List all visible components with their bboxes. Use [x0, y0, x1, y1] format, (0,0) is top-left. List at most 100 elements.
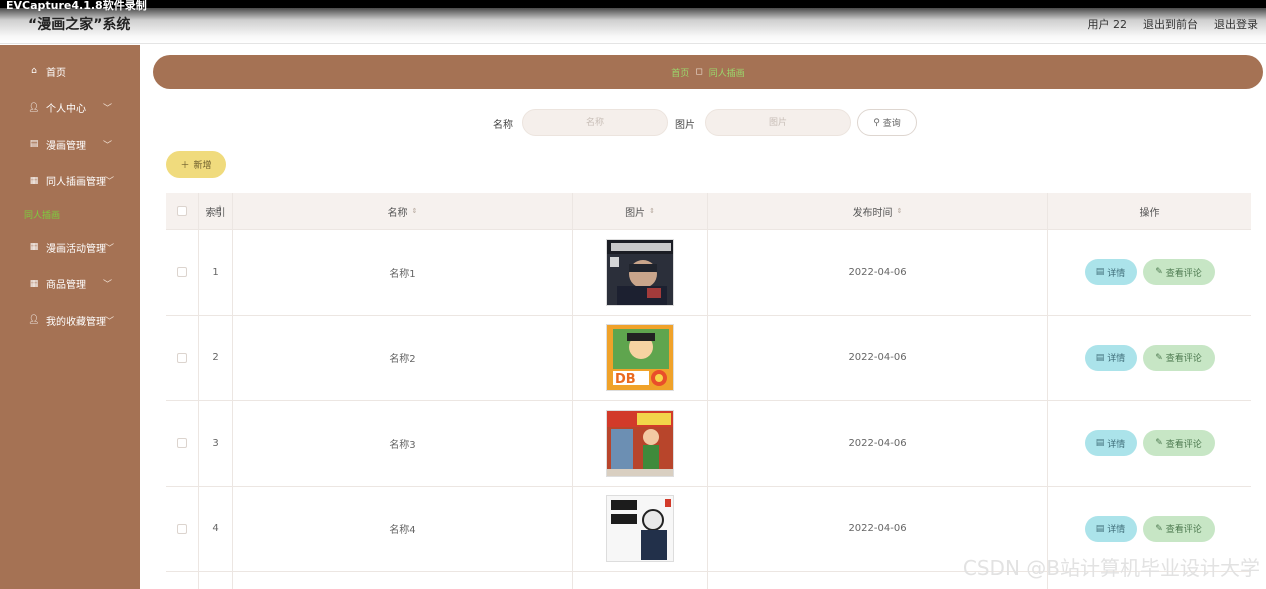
sort-icon: ⇕	[411, 207, 418, 215]
add-button-label: 新增	[193, 161, 212, 171]
detail-button[interactable]: ▤ 详情	[1084, 515, 1137, 542]
svg-text:DB: DB	[615, 372, 636, 387]
chevron-down-icon: ﹀	[104, 177, 114, 188]
header-image-sortable[interactable]: 图片 ⇕	[573, 193, 708, 229]
select-all-checkbox[interactable]	[177, 206, 187, 216]
detail-button-label: 详情	[1107, 525, 1126, 536]
sidebar-item-label: 漫画管理	[46, 140, 86, 152]
breadcrumb: 首页 ◻ 同人插画	[153, 55, 1263, 89]
detail-button-label: 详情	[1107, 354, 1126, 365]
comment-button-label: 查看评论	[1165, 268, 1202, 279]
detail-button-label: 详情	[1107, 268, 1126, 279]
cover-image[interactable]: DB	[606, 324, 674, 392]
sidebar-item-events[interactable]: ▦ 漫画活动管理 ﹀	[0, 229, 140, 266]
capture-watermark: EVCapture4.1.8软件录制	[6, 0, 147, 12]
row-checkbox[interactable]	[177, 352, 187, 363]
edit-icon: ✎	[1155, 352, 1163, 363]
search-button[interactable]: ⚲ 查询	[857, 109, 917, 136]
sidebar-item-fanart[interactable]: ▦ 同人插画管理 ﹀	[0, 163, 140, 200]
sort-icon: ⇕	[649, 207, 655, 215]
document-icon: ▤	[1095, 523, 1105, 534]
search-bar: 名称 图片 ⚲ 查询	[0, 109, 1266, 136]
add-button[interactable]: ＋ 新增	[166, 151, 226, 178]
header-name-sortable[interactable]: 名称 ⇕	[233, 193, 573, 229]
row-checkbox[interactable]	[177, 267, 187, 278]
row-name: 名称3	[389, 439, 416, 451]
row-index: 1	[212, 266, 219, 278]
comment-button-label: 查看评论	[1165, 354, 1202, 365]
row-index: 4	[212, 523, 219, 535]
row-time: 2022-04-06	[848, 266, 907, 278]
grid-icon: ▦	[29, 175, 39, 186]
sidebar-item-home[interactable]: ⌂ 首页	[0, 53, 140, 90]
grid-icon: ▦	[29, 278, 39, 289]
fanart-table: 索引 名称 ⇕ 图片 ⇕ 发布时间 ⇕ 操作 1 名称1 2022-04-06 …	[166, 193, 1251, 589]
book-icon: ▤	[29, 139, 39, 150]
csdn-watermark: CSDN @B站计算机毕业设计大学	[962, 556, 1260, 580]
edit-icon: ✎	[1155, 267, 1163, 278]
breadcrumb-current: 同人插画	[708, 68, 745, 79]
header-name: 名称	[387, 207, 408, 219]
logout-link[interactable]: 退出登录	[1214, 16, 1258, 32]
header-actions: 用户 22 退出到前台 退出登录	[1088, 16, 1259, 32]
document-icon: ▤	[1095, 267, 1105, 278]
search-button-label: 查询	[882, 119, 901, 129]
chevron-down-icon: ﹀	[102, 140, 112, 151]
user-label: 用户 22	[1087, 18, 1128, 31]
chevron-down-icon: ﹀	[104, 316, 114, 327]
view-comments-button[interactable]: ✎ 查看评论	[1142, 430, 1215, 457]
sidebar-item-goods[interactable]: ▦ 商品管理 ﹀	[0, 266, 140, 303]
row-checkbox[interactable]	[177, 438, 187, 449]
view-comments-button[interactable]: ✎ 查看评论	[1142, 259, 1215, 286]
header-image: 图片	[625, 207, 646, 219]
back-to-front-link[interactable]: 退出到前台	[1143, 16, 1198, 32]
pointer-cursor-icon: ☝	[214, 204, 222, 219]
grid-icon: ▦	[29, 242, 39, 253]
detail-button[interactable]: ▤ 详情	[1084, 259, 1137, 286]
header-ops: 操作	[1139, 207, 1160, 219]
table-row: 1 名称1 2022-04-06 ▤ 详情 ✎ 查看评论	[166, 230, 1251, 316]
detail-button[interactable]: ▤ 详情	[1084, 344, 1137, 371]
document-icon: ▤	[1095, 438, 1105, 449]
chevron-down-icon: ﹀	[102, 280, 112, 291]
row-time: 2022-04-06	[848, 523, 907, 535]
edit-icon: ✎	[1155, 523, 1163, 534]
detail-button-label: 详情	[1107, 439, 1126, 450]
row-name: 名称2	[389, 354, 416, 366]
row-checkbox[interactable]	[177, 523, 187, 534]
document-icon: ▤	[1095, 352, 1105, 363]
header-time-sortable[interactable]: 发布时间 ⇕	[708, 193, 1048, 229]
header-time: 发布时间	[852, 207, 893, 219]
row-time: 2022-04-06	[848, 352, 907, 364]
sidebar-subitem-fanart[interactable]: 同人插画	[0, 199, 140, 229]
cover-image[interactable]	[606, 238, 674, 306]
home-icon: ⌂	[31, 66, 37, 77]
table-header: 索引 名称 ⇕ 图片 ⇕ 发布时间 ⇕ 操作	[166, 193, 1251, 230]
row-index: 2	[212, 352, 219, 364]
sort-icon: ⇕	[896, 207, 903, 215]
comment-button-label: 查看评论	[1165, 525, 1202, 536]
name-search-input[interactable]	[522, 109, 668, 136]
comment-button-label: 查看评论	[1165, 439, 1202, 450]
image-search-input[interactable]	[705, 109, 851, 136]
row-name: 名称1	[389, 268, 416, 280]
view-comments-button[interactable]: ✎ 查看评论	[1142, 515, 1215, 542]
cover-image[interactable]	[606, 495, 674, 563]
cover-image[interactable]	[606, 409, 674, 477]
breadcrumb-home[interactable]: 首页	[671, 66, 689, 79]
row-index: 3	[212, 437, 219, 449]
sidebar-item-label: 同人插画管理	[46, 177, 106, 189]
table-row: 3 名称3 2022-04-06 ▤ 详情 ✎ 查看评论	[166, 401, 1251, 487]
row-time: 2022-04-06	[848, 437, 907, 449]
edit-icon: ✎	[1155, 438, 1163, 449]
sidebar-item-label: 商品管理	[46, 280, 86, 292]
capture-bar	[0, 0, 1266, 8]
sidebar-item-label: 首页	[46, 67, 66, 79]
table-row: 2 名称2 DB 2022-04-06 ▤ 详情 ✎ 查看评论	[166, 315, 1251, 401]
sidebar-item-label: 我的收藏管理	[46, 316, 106, 328]
detail-button[interactable]: ▤ 详情	[1084, 430, 1137, 457]
plus-icon: ＋	[180, 161, 190, 171]
view-comments-button[interactable]: ✎ 查看评论	[1142, 344, 1215, 371]
sidebar-item-favorites[interactable]: 👤︎ 我的收藏管理 ﹀	[0, 302, 140, 339]
search-icon: ⚲	[873, 117, 880, 128]
